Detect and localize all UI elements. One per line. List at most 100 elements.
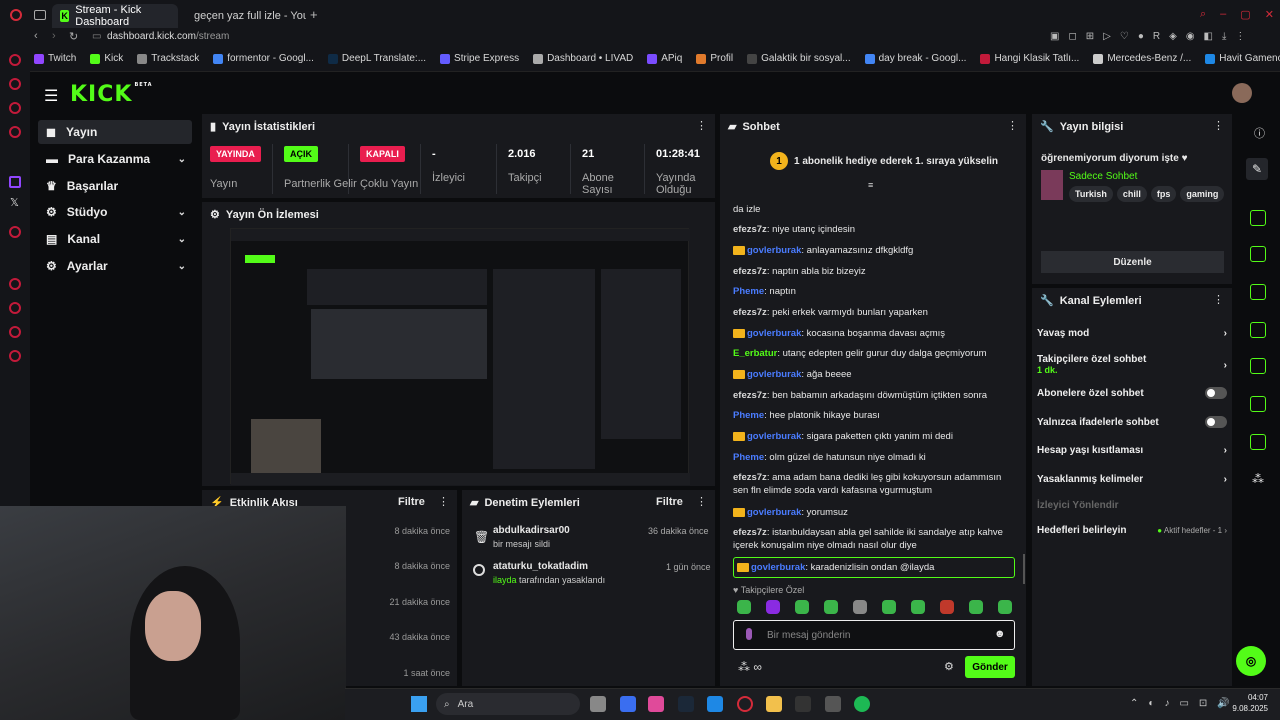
tool-icon[interactable] xyxy=(1250,322,1266,338)
chat-username[interactable]: efezs7z xyxy=(733,224,767,235)
tool-icon[interactable] xyxy=(1250,284,1266,300)
twitch-icon[interactable] xyxy=(9,176,21,188)
sidebar-item-studyo[interactable]: ⚙ Stüdyo ⌄ xyxy=(38,200,192,224)
chat-username[interactable]: govlerburak xyxy=(747,245,801,256)
chat-username[interactable]: govlerburak xyxy=(747,431,801,442)
taskbar-app-icon[interactable] xyxy=(795,696,811,712)
moderation-filter-button[interactable]: Filtre xyxy=(656,496,683,508)
tag[interactable]: Turkish xyxy=(1069,186,1113,202)
chat-username[interactable]: efezs7z xyxy=(733,307,767,318)
tool-icon[interactable] xyxy=(1250,434,1266,450)
mod-user[interactable]: abdulkadirsar00 xyxy=(493,525,570,536)
more-icon[interactable]: ⋮ xyxy=(1213,293,1224,306)
edit-button[interactable]: Düzenle xyxy=(1041,251,1224,273)
taskbar-app-icon[interactable] xyxy=(737,696,753,712)
sidebar-app-icon[interactable] xyxy=(9,78,21,90)
system-tray[interactable]: ⌃ ◐ ♪ ▭ ⊡ 🔊 xyxy=(1130,698,1230,709)
bookmark[interactable]: Galaktik bir sosyal... xyxy=(747,53,851,64)
taskbar-app-icon[interactable] xyxy=(590,696,606,712)
tag[interactable]: fps xyxy=(1150,186,1177,202)
taskbar-app-icon[interactable] xyxy=(766,696,782,712)
chat-scrollbar[interactable] xyxy=(1023,554,1025,584)
emote[interactable] xyxy=(882,600,896,614)
x-icon[interactable]: 𝕏 xyxy=(10,196,19,209)
chat-username[interactable]: govlerburak xyxy=(747,507,801,518)
emote[interactable] xyxy=(766,600,780,614)
chat-username[interactable]: efezs7z xyxy=(733,266,767,277)
new-tab-icon[interactable]: + xyxy=(310,7,318,22)
action-slow-mode[interactable]: Yavaş mod › xyxy=(1037,328,1227,339)
action-account-age[interactable]: Hesap yaşı kısıtlaması › xyxy=(1037,445,1227,456)
bookmark[interactable]: Dashboard • LIVAD xyxy=(533,53,633,64)
sidebar-app-icon[interactable] xyxy=(9,126,21,138)
taskbar-app-icon[interactable] xyxy=(854,696,870,712)
bookmark[interactable]: DeepL Translate:... xyxy=(327,53,426,64)
mod-user[interactable]: ataturku_tokatladim xyxy=(493,561,588,572)
emote[interactable] xyxy=(911,600,925,614)
sidebar-app-icon[interactable] xyxy=(9,278,21,290)
more-icon[interactable]: ⋮ xyxy=(1007,119,1018,132)
sidebar-item-para-kazanma[interactable]: ▬ Para Kazanma ⌄ xyxy=(38,147,192,171)
chat-username[interactable]: E_erbatur xyxy=(733,348,777,359)
chat-input[interactable]: Bir mesaj gönderin ☻ xyxy=(733,620,1015,650)
chat-username[interactable]: efezs7z xyxy=(733,472,767,483)
emote[interactable] xyxy=(940,600,954,614)
pinned-icon[interactable]: ≡ xyxy=(868,180,873,190)
back-icon[interactable]: ‹ xyxy=(34,30,38,42)
bookmark[interactable]: Hangi Klasik Tatlı... xyxy=(980,53,1079,64)
bookmark[interactable]: Kick xyxy=(90,53,123,64)
more-tools-icon[interactable]: ⁂ xyxy=(1252,472,1264,486)
help-icon[interactable]: ◎ xyxy=(1236,646,1266,676)
bookmark[interactable]: Trackstack xyxy=(137,53,199,64)
chat-username[interactable]: govlerburak xyxy=(747,369,801,380)
windows-start-icon[interactable] xyxy=(411,696,427,712)
chat-tools-icon[interactable]: ⁂ ∞ xyxy=(738,660,762,674)
microphone-icon[interactable] xyxy=(746,628,752,640)
gift-banner[interactable]: 1 1 abonelik hediye ederek 1. sıraya yük… xyxy=(770,152,998,170)
emote[interactable] xyxy=(795,600,809,614)
action-goals[interactable]: Hedefleri belirleyin ● Aktif hedefler - 1… xyxy=(1037,525,1227,536)
settings-icon[interactable] xyxy=(9,350,21,362)
category-link[interactable]: Sadece Sohbet xyxy=(1069,171,1137,182)
taskbar-app-icon[interactable] xyxy=(678,696,694,712)
chat-username[interactable]: Pheme xyxy=(733,286,764,297)
action-followers-only[interactable]: Takipçilere özel sohbet 1 dk. › xyxy=(1037,354,1227,376)
emote[interactable] xyxy=(853,600,867,614)
avatar[interactable] xyxy=(1232,83,1252,103)
activity-filter-button[interactable]: Filtre xyxy=(398,496,425,508)
sidebar-item-ayarlar[interactable]: ⚙ Ayarlar ⌄ xyxy=(38,254,192,278)
tool-icon[interactable] xyxy=(1250,396,1266,412)
action-banned-words[interactable]: Yasaklanmış kelimeler › xyxy=(1037,474,1227,485)
chat-username[interactable]: govlerburak xyxy=(747,328,801,339)
tab-kick-dashboard[interactable]: K Stream - Kick Dashboard xyxy=(52,4,178,28)
bookmark[interactable]: day break - Googl... xyxy=(864,53,966,64)
forward-icon[interactable]: › xyxy=(52,30,56,42)
more-icon[interactable]: ⋮ xyxy=(696,119,707,132)
extension-icons[interactable]: ▣ ◻ ⊞ ▷ ♡ ● R ◈ ◉ ◧ ⤓ ⋮ xyxy=(1050,31,1245,42)
pencil-icon[interactable]: ✎ xyxy=(1246,158,1268,180)
chat-settings-icon[interactable]: ⚙ xyxy=(944,660,954,673)
sidebar-app-icon[interactable] xyxy=(9,54,21,66)
sidebar-app-icon[interactable] xyxy=(9,326,21,338)
bookmark[interactable]: Mercedes-Benz /... xyxy=(1093,53,1191,64)
action-emotes-only[interactable]: Yalnızca ifadelerle sohbet xyxy=(1037,416,1227,428)
more-icon[interactable]: ⋮ xyxy=(1213,119,1224,132)
chat-username[interactable]: Pheme xyxy=(733,452,764,463)
sidebar-item-basarilar[interactable]: ♛ Başarılar xyxy=(38,174,192,198)
sidebar-item-yayin[interactable]: ◼ Yayın xyxy=(38,120,192,144)
taskbar-clock[interactable]: 04:07 9.08.2025 xyxy=(1232,692,1268,714)
info-icon[interactable]: ⓘ xyxy=(1254,125,1265,141)
bookmark[interactable]: formentor - Googl... xyxy=(213,53,314,64)
chat-username[interactable]: Pheme xyxy=(733,410,764,421)
sidebar-app-icon[interactable] xyxy=(9,226,21,238)
sidebar-app-icon[interactable] xyxy=(9,302,21,314)
taskbar-app-icon[interactable] xyxy=(648,696,664,712)
taskbar-app-icon[interactable] xyxy=(825,696,841,712)
emote[interactable] xyxy=(998,600,1012,614)
more-icon[interactable]: ⋮ xyxy=(438,495,449,508)
action-subscribers-only[interactable]: Abonelere özel sohbet xyxy=(1037,387,1227,399)
kick-logo[interactable]: KICK BETA xyxy=(70,82,153,107)
emote[interactable] xyxy=(824,600,838,614)
tab-island-icon[interactable] xyxy=(34,10,46,20)
taskbar-app-icon[interactable] xyxy=(620,696,636,712)
